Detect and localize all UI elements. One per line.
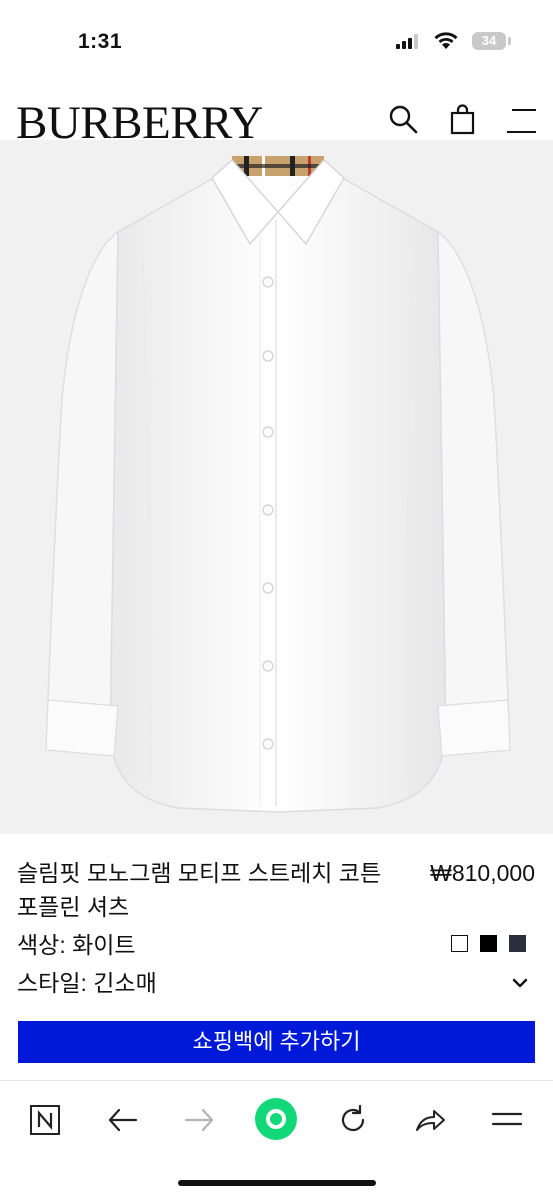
cellular-signal-icon: [396, 34, 418, 49]
swatch-white[interactable]: [451, 935, 468, 952]
menu-icon[interactable]: [506, 104, 538, 136]
naver-n-icon[interactable]: [29, 1104, 61, 1136]
home-indicator: [178, 1180, 376, 1186]
style-label[interactable]: 스타일: 긴소매: [17, 966, 157, 1000]
swatch-black[interactable]: [480, 935, 497, 952]
wifi-icon: [434, 32, 458, 49]
status-time: 1:31: [78, 30, 123, 53]
swatch-navy[interactable]: [509, 935, 526, 952]
chevron-down-icon[interactable]: [512, 977, 528, 989]
product-image[interactable]: [0, 140, 553, 834]
search-icon[interactable]: [388, 104, 420, 136]
product-price: ₩810,000: [430, 860, 535, 886]
green-home-icon[interactable]: [254, 1097, 298, 1141]
back-arrow-icon[interactable]: [106, 1104, 138, 1136]
reload-icon[interactable]: [337, 1104, 369, 1136]
add-to-bag-button[interactable]: 쇼핑백에 추가하기: [18, 1021, 535, 1063]
menu-icon[interactable]: [491, 1104, 523, 1136]
battery-tip: [508, 37, 511, 45]
share-icon[interactable]: [414, 1104, 446, 1136]
battery-indicator: 34: [472, 32, 506, 50]
color-label: 색상: 화이트: [17, 932, 136, 958]
battery-level: 34: [481, 33, 497, 48]
product-title: 슬림핏 모노그램 모티프 스트레치 코튼 포플린 셔츠: [17, 860, 382, 920]
shirt-illustration: [0, 140, 553, 834]
check-collar-band: [232, 156, 324, 176]
forward-arrow-icon[interactable]: [184, 1104, 216, 1136]
shopping-bag-icon[interactable]: [450, 104, 476, 136]
color-swatches: [451, 935, 538, 953]
status-bar: 1:31 34: [0, 0, 553, 80]
